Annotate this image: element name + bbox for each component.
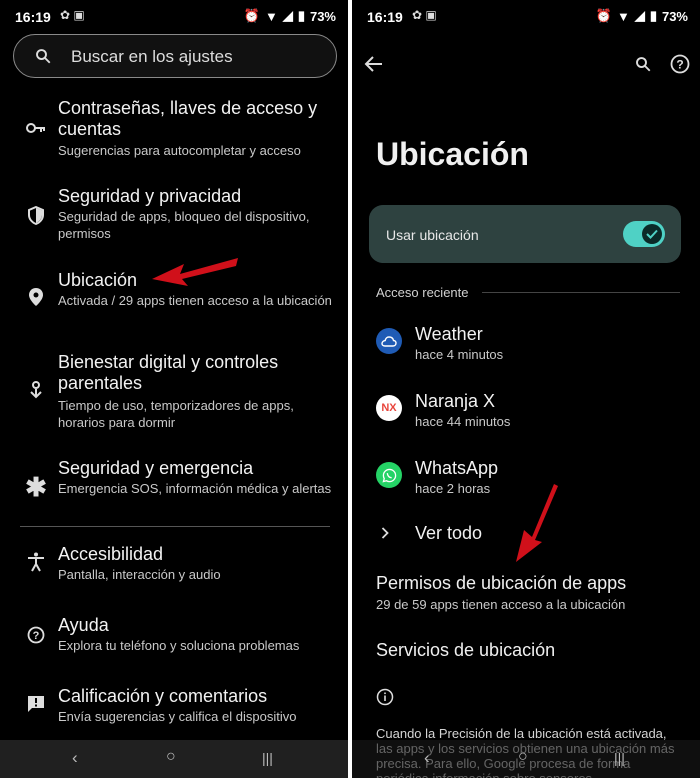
search-bar[interactable]: Buscar en los ajustes: [13, 34, 337, 78]
item-title: Seguridad y emergencia: [58, 458, 254, 478]
recent-access-header: Acceso reciente: [376, 285, 469, 300]
weather-icon: [376, 328, 402, 354]
home-nav-icon[interactable]: ○: [518, 748, 528, 766]
battery-icon: ▮: [297, 8, 305, 23]
item-subtitle: Emergencia SOS, información médica y ale…: [58, 481, 332, 496]
alarm-icon: ⏰: [243, 8, 260, 23]
battery-level: 73%: [309, 8, 336, 24]
item-title: Calificación y comentarios: [58, 686, 268, 706]
item-subtitle: Sugerencias para autocompletar y acceso: [58, 143, 301, 158]
recents-nav-icon[interactable]: |||: [614, 750, 625, 766]
section-divider: [20, 526, 330, 527]
item-subtitle: Seguridad de apps, bloqueo del dispositi…: [58, 209, 310, 241]
key-icon: [24, 116, 48, 140]
accessibility-icon: [24, 550, 48, 574]
app-name: Weather: [415, 324, 483, 344]
use-location-toggle[interactable]: [623, 221, 665, 247]
item-title: Accesibilidad: [58, 544, 164, 564]
notification-icons: ✿ ▣: [412, 8, 437, 22]
settings-item-feedback[interactable]: Calificación y comentarios Envía sugeren…: [0, 684, 348, 730]
help-icon: ?: [24, 623, 48, 647]
search-placeholder: Buscar en los ajustes: [71, 47, 233, 66]
back-nav-icon[interactable]: ‹: [72, 748, 78, 768]
back-arrow-icon[interactable]: [364, 55, 384, 73]
location-services-title[interactable]: Servicios de ubicación: [376, 640, 555, 661]
shield-icon: [24, 203, 48, 227]
item-subtitle: Pantalla, interacción y audio: [58, 567, 221, 582]
battery-level: 73%: [661, 8, 688, 24]
page-title: Ubicación: [376, 136, 529, 172]
item-subtitle: Activada / 29 apps tienen acceso a la ub…: [58, 293, 332, 308]
search-icon[interactable]: [634, 55, 652, 73]
feedback-icon: [24, 692, 48, 716]
svg-text:?: ?: [676, 58, 683, 72]
settings-item-help[interactable]: ? Ayuda Explora tu teléfono y soluciona …: [0, 613, 348, 659]
app-permissions-title[interactable]: Permisos de ubicación de apps: [376, 573, 626, 594]
location-screen: 16:19 ✿ ▣ ⏰ ▼ ◢ ▮ 73% ? Ubicación Usar u…: [352, 0, 700, 778]
whatsapp-icon: [376, 462, 402, 488]
settings-item-security-privacy[interactable]: Seguridad y privacidad Seguridad de apps…: [0, 184, 348, 244]
wifi-icon: ▼: [616, 8, 630, 24]
red-arrow-annotation: [152, 258, 238, 286]
recent-app-naranja-x[interactable]: NX Naranja X hace 44 minutos: [352, 389, 700, 437]
settings-item-safety-emergency[interactable]: ✱ Seguridad y emergencia Emergencia SOS,…: [0, 456, 348, 520]
item-subtitle: Explora tu teléfono y soluciona problema…: [58, 638, 300, 653]
battery-icon: ▮: [649, 8, 657, 23]
recent-app-weather[interactable]: Weather hace 4 minutos: [352, 322, 700, 370]
signal-icon: ◢: [634, 8, 645, 23]
recents-nav-icon[interactable]: |||: [262, 750, 273, 766]
status-time: 16:19: [15, 9, 51, 25]
settings-item-passwords[interactable]: Contraseñas, llaves de acceso y cuentas …: [0, 96, 348, 162]
help-icon[interactable]: ?: [670, 54, 690, 74]
naranja-x-icon: NX: [376, 395, 402, 421]
check-icon: [642, 224, 662, 244]
use-location-card[interactable]: Usar ubicación: [369, 205, 681, 263]
settings-screen: 16:19 ✿ ▣ ⏰ ▼ ◢ ▮ 73% Buscar en los ajus…: [0, 0, 348, 778]
alarm-icon: ⏰: [595, 8, 612, 23]
see-all-label: Ver todo: [415, 523, 483, 543]
info-icon: [376, 688, 394, 706]
app-permissions-subtitle: 29 de 59 apps tienen acceso a la ubicaci…: [376, 597, 626, 612]
settings-item-digital-wellbeing[interactable]: Bienestar digital y controles parentales…: [0, 352, 348, 432]
chevron-right-icon: [381, 527, 389, 539]
app-access-time: hace 44 minutos: [415, 414, 511, 429]
signal-icon: ◢: [282, 8, 293, 23]
item-subtitle: Envía sugerencias y califica el disposit…: [58, 709, 297, 724]
wellbeing-icon: [24, 378, 48, 402]
status-time: 16:19: [367, 9, 403, 25]
navigation-bar: ‹ ○ |||: [0, 740, 348, 778]
status-icons: ⏰ ▼ ◢ ▮ 73%: [244, 8, 336, 24]
wifi-icon: ▼: [264, 8, 278, 24]
search-icon: [36, 49, 51, 64]
status-bar: 16:19 ✿ ▣ ⏰ ▼ ◢ ▮ 73%: [352, 0, 700, 34]
location-pin-icon: [24, 285, 48, 309]
notification-icons: ✿ ▣: [60, 8, 85, 22]
svg-text:?: ?: [33, 630, 40, 642]
asterisk-icon: ✱: [25, 471, 47, 502]
use-location-label: Usar ubicación: [386, 227, 479, 243]
app-name: WhatsApp: [415, 458, 499, 478]
back-nav-icon[interactable]: ‹: [424, 748, 430, 768]
header-divider: [482, 292, 680, 293]
status-bar: 16:19 ✿ ▣ ⏰ ▼ ◢ ▮ 73%: [0, 0, 348, 34]
item-title: Ayuda: [58, 615, 109, 635]
app-name: Naranja X: [415, 391, 496, 411]
home-nav-icon[interactable]: ○: [166, 748, 176, 766]
item-title: Contraseñas, llaves de acceso y cuentas: [58, 98, 318, 139]
app-access-time: hace 4 minutos: [415, 347, 504, 362]
red-arrow-annotation: [516, 484, 558, 562]
item-title: Seguridad y privacidad: [58, 186, 242, 206]
item-title: Bienestar digital y controles parentales: [58, 352, 279, 393]
navigation-bar: ‹ ○ |||: [352, 740, 700, 778]
item-subtitle: Tiempo de uso, temporizadores de apps, h…: [58, 398, 294, 430]
settings-item-accessibility[interactable]: Accesibilidad Pantalla, interacción y au…: [0, 542, 348, 588]
status-icons: ⏰ ▼ ◢ ▮ 73%: [596, 8, 688, 24]
